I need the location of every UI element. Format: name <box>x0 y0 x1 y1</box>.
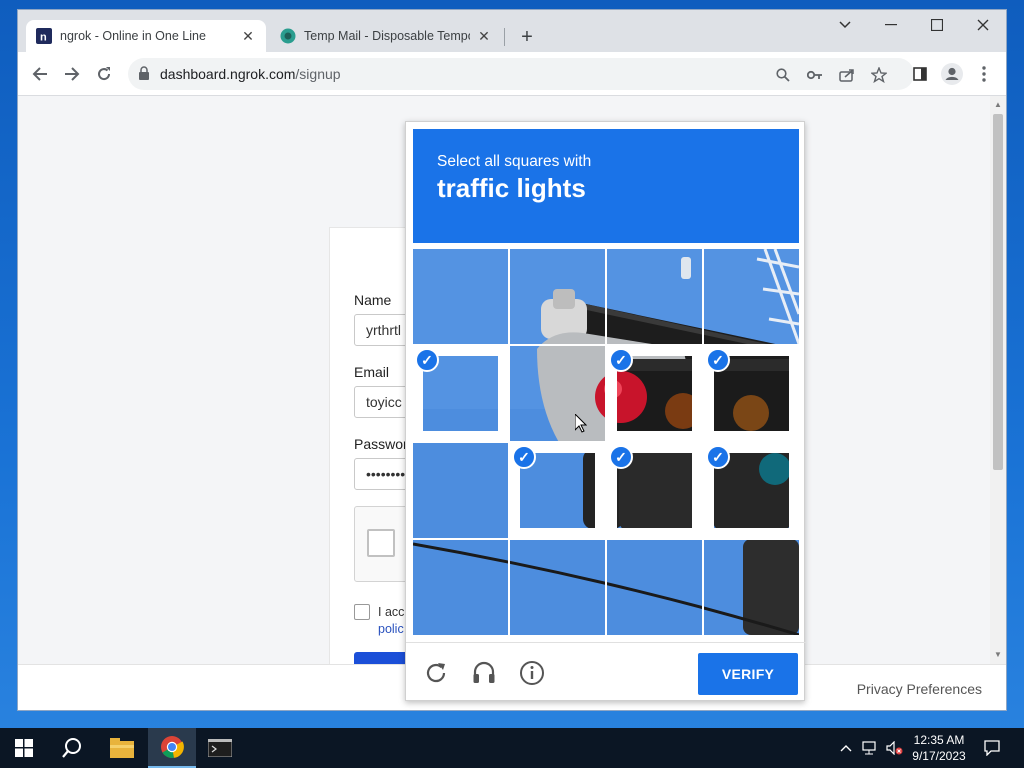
email-label: Email <box>354 364 390 380</box>
privacy-preferences-link[interactable]: Privacy Preferences <box>857 681 982 697</box>
captcha-header: Select all squares with traffic lights <box>413 129 799 243</box>
captcha-tile-image <box>704 249 799 344</box>
terms-text: I acc <box>378 605 405 619</box>
captcha-tile[interactable]: ✓ <box>510 443 605 538</box>
key-icon[interactable] <box>804 66 826 84</box>
clock[interactable]: 12:35 AM 9/17/2023 <box>904 732 974 764</box>
tile-selected-check-icon: ✓ <box>609 348 633 372</box>
close-tab-icon[interactable]: ✕ <box>240 28 256 44</box>
captcha-tile[interactable] <box>704 540 799 635</box>
scroll-down-icon[interactable]: ▼ <box>993 650 1003 660</box>
tile-selected-check-icon: ✓ <box>706 348 730 372</box>
captcha-tile-image <box>510 540 605 635</box>
svg-text:n: n <box>40 32 47 44</box>
password-label: Passwor <box>354 436 408 452</box>
tab-strip: n ngrok - Online in One Line ✕ Temp Mail… <box>18 10 1006 52</box>
captcha-instruction: Select all squares with <box>437 153 592 170</box>
side-panel-icon[interactable] <box>906 60 934 88</box>
tile-selected-check-icon: ✓ <box>706 445 730 469</box>
menu-dots-icon[interactable] <box>970 60 998 88</box>
captcha-tile[interactable] <box>413 443 508 538</box>
minimize-icon[interactable] <box>868 10 914 40</box>
captcha-tile-image <box>413 443 508 538</box>
captcha-tile[interactable]: ✓ <box>607 443 702 538</box>
tab-ngrok[interactable]: n ngrok - Online in One Line ✕ <box>26 20 266 52</box>
close-window-icon[interactable] <box>960 10 1006 40</box>
clock-date: 9/17/2023 <box>912 749 966 763</box>
captcha-tile-image <box>510 249 605 344</box>
captcha-tile[interactable] <box>607 249 702 344</box>
captcha-challenge: Select all squares with traffic lights ✓… <box>405 121 806 702</box>
captcha-tile[interactable] <box>704 249 799 344</box>
captcha-tile[interactable] <box>413 249 508 344</box>
captcha-tile-image <box>607 249 702 344</box>
scrollbar-thumb[interactable] <box>993 114 1003 470</box>
maximize-icon[interactable] <box>914 10 960 40</box>
close-tab-icon[interactable]: ✕ <box>476 28 492 44</box>
tile-selected-check-icon: ✓ <box>415 348 439 372</box>
captcha-tile-image <box>607 540 702 635</box>
chrome-icon[interactable] <box>148 728 196 768</box>
forward-icon[interactable] <box>58 60 86 88</box>
ngrok-icon: n <box>36 28 52 44</box>
reload-challenge-icon[interactable] <box>420 657 452 689</box>
policy-link[interactable]: polic <box>378 622 404 636</box>
volume-muted-icon[interactable] <box>884 728 906 768</box>
captcha-tile[interactable] <box>607 540 702 635</box>
tab-title: Temp Mail - Disposable Tempora <box>304 29 470 43</box>
captcha-tile[interactable] <box>510 249 605 344</box>
url-text: dashboard.ngrok.com/signup <box>160 66 341 82</box>
taskbar: 12:35 AM 9/17/2023 <box>0 728 1024 768</box>
tempmail-icon <box>280 28 296 44</box>
tile-selected-check-icon: ✓ <box>512 445 536 469</box>
new-tab-icon[interactable]: + <box>514 24 540 50</box>
captcha-tile[interactable] <box>510 540 605 635</box>
back-icon[interactable] <box>26 60 54 88</box>
browser-toolbar: dashboard.ngrok.com/signup <box>18 52 1006 96</box>
captcha-tile[interactable] <box>510 346 605 441</box>
captcha-tile[interactable]: ✓ <box>704 443 799 538</box>
tile-selected-check-icon: ✓ <box>609 445 633 469</box>
search-icon[interactable] <box>772 66 794 84</box>
tab-title: ngrok - Online in One Line <box>60 29 206 43</box>
scroll-up-icon[interactable]: ▲ <box>993 100 1003 110</box>
name-label: Name <box>354 292 392 308</box>
start-windows-icon[interactable] <box>0 728 48 768</box>
reload-icon[interactable] <box>90 60 118 88</box>
tab-tempmail[interactable]: Temp Mail - Disposable Tempora ✕ <box>270 20 502 52</box>
captcha-tile[interactable]: ✓ <box>704 346 799 441</box>
tray-chevron-icon[interactable] <box>836 728 856 768</box>
captcha-grid: ✓ ✓ ✓ ✓ ✓ ✓ <box>413 249 799 635</box>
captcha-tile[interactable]: ✓ <box>413 346 508 441</box>
search-icon[interactable] <box>48 728 96 768</box>
lock-icon <box>138 66 152 82</box>
notifications-icon[interactable] <box>978 728 1006 768</box>
network-icon[interactable] <box>860 728 882 768</box>
tab-search-icon[interactable] <box>822 10 868 40</box>
info-icon[interactable] <box>516 657 548 689</box>
captcha-tile-image <box>413 249 508 344</box>
captcha-target-object: traffic lights <box>437 173 586 203</box>
address-bar[interactable]: dashboard.ngrok.com/signup <box>128 58 914 90</box>
captcha-tile-image <box>704 540 799 635</box>
captcha-tile-image <box>510 346 605 441</box>
captcha-tile-image <box>413 540 508 635</box>
share-icon[interactable] <box>836 66 858 84</box>
tab-separator <box>504 28 505 46</box>
file-explorer-icon[interactable] <box>98 728 146 768</box>
page-scrollbar[interactable]: ▲ ▼ <box>990 96 1006 664</box>
audio-challenge-icon[interactable] <box>468 657 500 689</box>
profile-avatar-icon[interactable] <box>938 60 966 88</box>
clock-time: 12:35 AM <box>913 733 965 747</box>
verify-button[interactable]: VERIFY <box>698 653 798 695</box>
captcha-footer: VERIFY <box>406 642 806 702</box>
terms-checkbox[interactable] <box>354 604 370 620</box>
terminal-icon[interactable] <box>196 728 244 768</box>
captcha-tile[interactable]: ✓ <box>607 346 702 441</box>
captcha-tile[interactable] <box>413 540 508 635</box>
bookmark-star-icon[interactable] <box>868 66 890 84</box>
mouse-cursor-icon <box>574 412 588 438</box>
recaptcha-checkbox[interactable] <box>367 529 395 557</box>
